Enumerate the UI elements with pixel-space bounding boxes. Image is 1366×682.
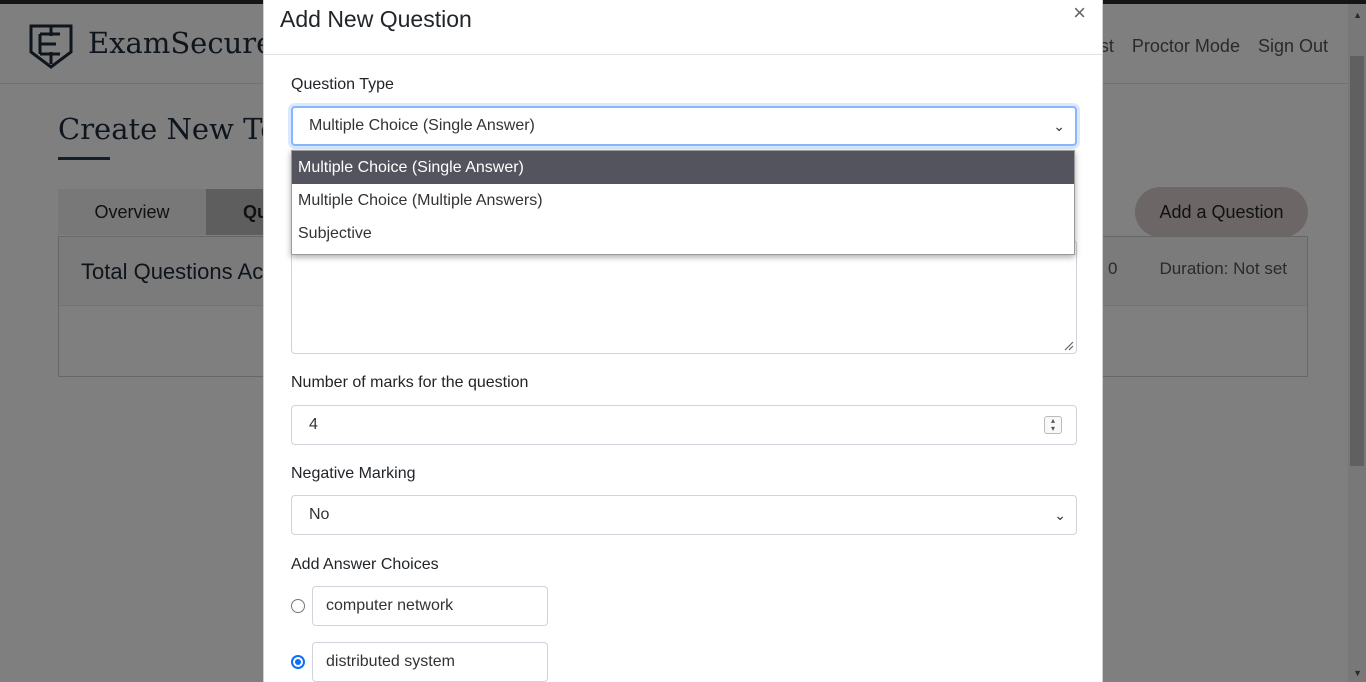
close-icon[interactable]: × (1073, 2, 1086, 24)
question-type-dropdown: Multiple Choice (Single Answer) Multiple… (291, 150, 1075, 255)
negative-marking-value: No (309, 506, 330, 523)
chevron-down-icon: ⌄ (1053, 118, 1065, 134)
chevron-down-icon: ⌄ (1054, 507, 1066, 523)
negative-marking-select[interactable]: No ⌄ (291, 495, 1077, 535)
question-type-value: Multiple Choice (Single Answer) (309, 117, 535, 134)
marks-input[interactable]: 4 ▴ ▾ (291, 405, 1077, 445)
add-question-modal: Add New Question × Question Type Multipl… (263, 0, 1103, 682)
negative-marking-label: Negative Marking (291, 465, 416, 482)
choice-input-1[interactable]: computer network (312, 586, 548, 626)
spinner-icon[interactable]: ▴ ▾ (1044, 416, 1062, 434)
resize-handle-icon[interactable] (1062, 339, 1074, 351)
question-text-area[interactable] (291, 240, 1077, 354)
dropdown-option-multiple-answers[interactable]: Multiple Choice (Multiple Answers) (292, 184, 1074, 217)
dropdown-option-subjective[interactable]: Subjective (292, 217, 1074, 250)
marks-label: Number of marks for the question (291, 374, 529, 391)
modal-header: Add New Question × (264, 0, 1102, 55)
question-type-label: Question Type (291, 76, 394, 93)
choice-radio-1[interactable] (291, 599, 305, 613)
question-type-select[interactable]: Multiple Choice (Single Answer) ⌄ (291, 106, 1077, 146)
dropdown-option-single-answer[interactable]: Multiple Choice (Single Answer) (292, 151, 1074, 184)
marks-value: 4 (309, 416, 318, 433)
modal-title: Add New Question (280, 6, 472, 32)
answer-choices-label: Add Answer Choices (291, 556, 439, 573)
choice-radio-2[interactable] (291, 655, 305, 669)
choice-input-2[interactable]: distributed system (312, 642, 548, 682)
